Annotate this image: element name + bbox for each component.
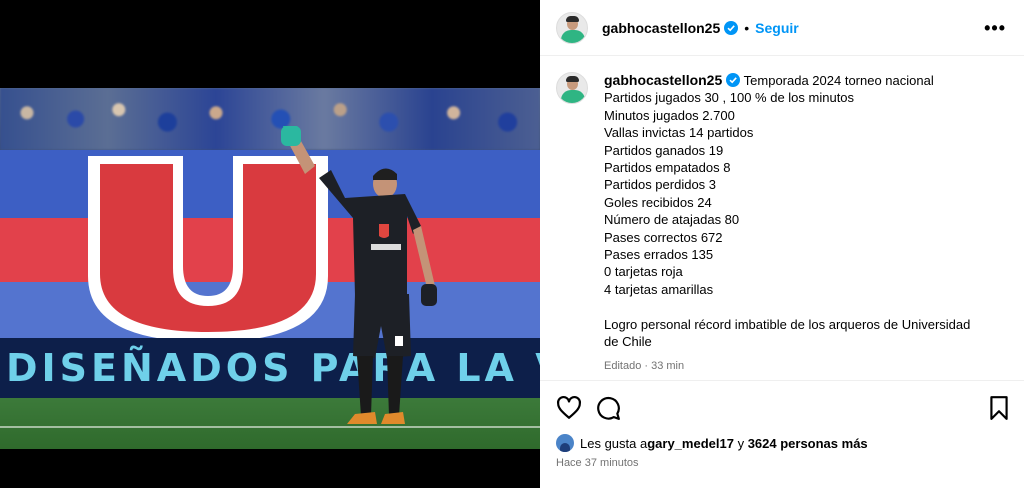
likes-summary: Les gusta a gary_medel17 y 3624 personas… bbox=[556, 434, 868, 452]
caption-area: gabhocastellon25 Temporada 2024 torneo n… bbox=[540, 56, 1024, 380]
separator-dot: • bbox=[744, 19, 750, 36]
post-photo[interactable]: DISEÑADOS PARA LA VELO bbox=[0, 88, 540, 449]
more-options-icon[interactable]: ••• bbox=[984, 18, 1006, 39]
post-panel: gabhocastellon25 • Seguir ••• gabhocaste… bbox=[540, 0, 1024, 488]
liker-username[interactable]: gary_medel17 bbox=[647, 436, 734, 451]
likes-count[interactable]: 3624 personas más bbox=[748, 436, 868, 451]
banner-text: DISEÑADOS PARA LA VELO bbox=[6, 346, 540, 390]
actions-bar: Les gusta a gary_medel17 y 3624 personas… bbox=[540, 380, 1024, 488]
post-media: DISEÑADOS PARA LA VELO bbox=[0, 0, 540, 488]
author-avatar[interactable] bbox=[556, 11, 588, 44]
caption-line: 0 tarjetas roja bbox=[604, 264, 683, 280]
caption-line: Logro personal récord imbatible de los a… bbox=[604, 316, 971, 332]
liker-avatar[interactable] bbox=[556, 434, 574, 452]
likes-connector: y bbox=[733, 435, 748, 451]
caption-line: Minutos jugados 2.700 bbox=[604, 107, 735, 123]
caption-line: Pases correctos 672 bbox=[604, 229, 723, 245]
author-username[interactable]: gabhocastellon25 bbox=[602, 20, 720, 36]
caption-line: Goles recibidos 24 bbox=[604, 194, 712, 210]
comment-icon[interactable] bbox=[595, 395, 621, 421]
post-header: gabhocastellon25 • Seguir ••• bbox=[540, 0, 1024, 56]
caption-line: Partidos perdidos 3 bbox=[604, 177, 717, 193]
verified-badge-icon bbox=[726, 73, 741, 87]
goalkeeper-figure bbox=[281, 126, 437, 424]
caption-line: Partidos empatados 8 bbox=[604, 160, 731, 176]
heart-icon[interactable] bbox=[556, 395, 582, 421]
caption-username[interactable]: gabhocastellon25 bbox=[604, 72, 722, 88]
pitch bbox=[0, 398, 540, 449]
caption-line: Partidos ganados 19 bbox=[604, 142, 724, 158]
caption-line: gabhocastellon25 Temporada 2024 torneo n… bbox=[604, 72, 934, 88]
caption-line: Vallas invictas 14 partidos bbox=[604, 125, 754, 141]
caption-line: de Chile bbox=[604, 334, 652, 350]
likes-prefix: Les gusta a bbox=[580, 435, 648, 451]
caption-avatar[interactable] bbox=[556, 72, 588, 104]
caption-line: Partidos jugados 30 , 100 % de los minut… bbox=[604, 90, 855, 106]
stadium-banner: DISEÑADOS PARA LA VELO bbox=[0, 338, 540, 398]
photo-crowd bbox=[0, 88, 540, 150]
bookmark-icon[interactable] bbox=[986, 395, 1012, 421]
caption-line: Pases errados 135 bbox=[604, 247, 714, 263]
caption-line: 4 tarjetas amarillas bbox=[604, 281, 714, 297]
post-timestamp: Hace 37 minutos bbox=[556, 457, 639, 469]
edited-timestamp: Editado · 33 min bbox=[604, 360, 685, 373]
photo-flag bbox=[0, 150, 540, 345]
verified-badge-icon bbox=[724, 20, 739, 35]
caption-body: gabhocastellon25 Temporada 2024 torneo n… bbox=[604, 72, 1004, 376]
follow-button[interactable]: Seguir bbox=[755, 20, 799, 36]
caption-line: Número de atajadas 80 bbox=[604, 212, 740, 228]
caption-text: Temporada 2024 torneo nacional bbox=[743, 73, 934, 88]
